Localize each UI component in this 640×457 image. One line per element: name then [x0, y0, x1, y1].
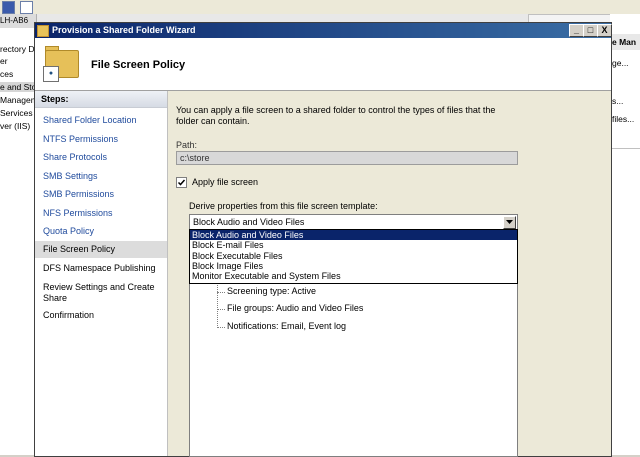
- step-label: Confirmation: [43, 310, 95, 320]
- step-label[interactable]: NFS Permissions: [43, 208, 113, 218]
- dropdown-option[interactable]: Block Audio and Video Files: [190, 230, 517, 240]
- wizard-window: Provision a Shared Folder Wizard _ □ X ●…: [34, 22, 612, 457]
- dropdown-option-label[interactable]: Block Executable Files: [192, 251, 283, 261]
- wizard-title-bar[interactable]: Provision a Shared Folder Wizard _ □ X: [35, 23, 612, 38]
- tree-connector: [217, 292, 225, 293]
- step-ntfs-permissions[interactable]: NTFS Permissions: [35, 131, 167, 148]
- background-tree-item[interactable]: e and Sto: [0, 82, 37, 92]
- step-label[interactable]: Quota Policy: [43, 226, 94, 236]
- tree-item-screening-type: Screening type: Active: [227, 286, 317, 296]
- background-action[interactable]: s...: [612, 96, 623, 106]
- step-smb-settings[interactable]: SMB Settings: [35, 168, 167, 185]
- folder-icon: [37, 25, 49, 37]
- dropdown-arrow-icon[interactable]: [503, 216, 516, 229]
- template-dropdown[interactable]: Block Audio and Video Files: [189, 214, 518, 230]
- background-tree-item[interactable]: ces: [0, 69, 13, 79]
- users-badge-icon: ●: [43, 66, 59, 82]
- step-label[interactable]: Shared Folder Location: [43, 115, 137, 125]
- path-value: c:\store: [180, 153, 210, 163]
- close-button[interactable]: X: [597, 24, 612, 37]
- page-title: File Screen Policy: [91, 59, 186, 71]
- step-review-settings: Review Settings and Create Share: [35, 279, 167, 303]
- window-icon[interactable]: [20, 1, 33, 14]
- steps-header: Steps:: [35, 91, 167, 108]
- template-dropdown-list: Block Audio and Video Files Block E-mail…: [189, 229, 518, 284]
- step-label[interactable]: File Screen Policy: [43, 244, 115, 254]
- path-field: c:\store: [176, 151, 518, 165]
- steps-header-label: Steps:: [41, 94, 69, 104]
- step-confirmation: Confirmation: [35, 307, 167, 324]
- background-actions-pane: e Man ge... s... files...: [610, 14, 640, 455]
- background-action[interactable]: ge...: [612, 58, 629, 68]
- template-properties-tree: Screening type: Active File groups: Audi…: [189, 282, 518, 457]
- dropdown-option-label[interactable]: Block Audio and Video Files: [192, 230, 303, 240]
- tree-connector: [217, 282, 218, 328]
- background-actions-header: e Man: [610, 34, 640, 50]
- step-label[interactable]: SMB Permissions: [43, 189, 114, 199]
- background-actions-title: e Man: [612, 37, 637, 47]
- step-quota-policy[interactable]: Quota Policy: [35, 223, 167, 240]
- apply-file-screen-label[interactable]: Apply file screen: [192, 177, 258, 187]
- step-dfs-namespace-publishing: DFS Namespace Publishing: [35, 260, 167, 277]
- dropdown-option[interactable]: Block Executable Files: [190, 251, 517, 261]
- step-shared-folder-location[interactable]: Shared Folder Location: [35, 112, 167, 129]
- chevron-down-icon: [506, 220, 513, 224]
- tree-item-notifications: Notifications: Email, Event log: [227, 321, 347, 331]
- step-file-screen-policy[interactable]: File Screen Policy: [35, 241, 167, 258]
- background-tree-pane: LH-AB6 rectory D er ces e and Sto Manage…: [0, 14, 38, 455]
- path-label: Path:: [176, 140, 198, 150]
- template-selected-value[interactable]: Block Audio and Video Files: [193, 217, 304, 227]
- facebook-icon[interactable]: [2, 1, 15, 14]
- tree-connector: [217, 309, 225, 310]
- step-label[interactable]: SMB Settings: [43, 171, 98, 181]
- dropdown-option-label[interactable]: Monitor Executable and System Files: [192, 271, 341, 281]
- background-action[interactable]: files...: [612, 114, 634, 124]
- dropdown-option[interactable]: Block E-mail Files: [190, 240, 517, 250]
- wizard-title: Provision a Shared Folder Wizard: [52, 25, 196, 35]
- minimize-button[interactable]: _: [569, 24, 584, 37]
- steps-pane: Steps: Shared Folder Location NTFS Permi…: [35, 91, 168, 456]
- background-tree-item[interactable]: er: [0, 56, 8, 66]
- background-tree-title: LH-AB6: [0, 16, 29, 25]
- dropdown-option-label[interactable]: Block Image Files: [192, 261, 263, 271]
- apply-file-screen-checkbox[interactable]: [176, 177, 187, 188]
- divider: [610, 148, 640, 149]
- background-tree-item[interactable]: Managem: [0, 95, 38, 105]
- shared-folder-icon: ●: [43, 46, 79, 82]
- step-label: Review Settings and Create Share: [43, 282, 155, 303]
- tree-connector: [217, 327, 225, 328]
- step-smb-permissions[interactable]: SMB Permissions: [35, 186, 167, 203]
- background-tree-item[interactable]: rectory D: [0, 44, 34, 54]
- dropdown-option[interactable]: Monitor Executable and System Files: [190, 271, 517, 281]
- background-tree-item[interactable]: Services: [0, 108, 33, 118]
- step-label: DFS Namespace Publishing: [43, 263, 156, 273]
- tree-item-file-groups: File groups: Audio and Video Files: [227, 303, 364, 313]
- dropdown-option-label[interactable]: Block E-mail Files: [192, 240, 264, 250]
- background-tree-item[interactable]: ver (IIS): [0, 121, 30, 131]
- checkmark-icon: [177, 179, 186, 186]
- step-nfs-permissions[interactable]: NFS Permissions: [35, 205, 167, 222]
- wizard-header: ● File Screen Policy: [35, 38, 611, 91]
- step-share-protocols[interactable]: Share Protocols: [35, 149, 167, 166]
- description-text: You can apply a file screen to a shared …: [176, 105, 496, 126]
- maximize-button[interactable]: □: [583, 24, 598, 37]
- content-pane: You can apply a file screen to a shared …: [168, 91, 611, 457]
- taskbar-strip: [0, 0, 640, 15]
- derive-label: Derive properties from this file screen …: [189, 201, 378, 211]
- step-label[interactable]: NTFS Permissions: [43, 134, 118, 144]
- background-tree-header: LH-AB6: [0, 14, 36, 28]
- dropdown-option[interactable]: Block Image Files: [190, 261, 517, 271]
- step-label[interactable]: Share Protocols: [43, 152, 107, 162]
